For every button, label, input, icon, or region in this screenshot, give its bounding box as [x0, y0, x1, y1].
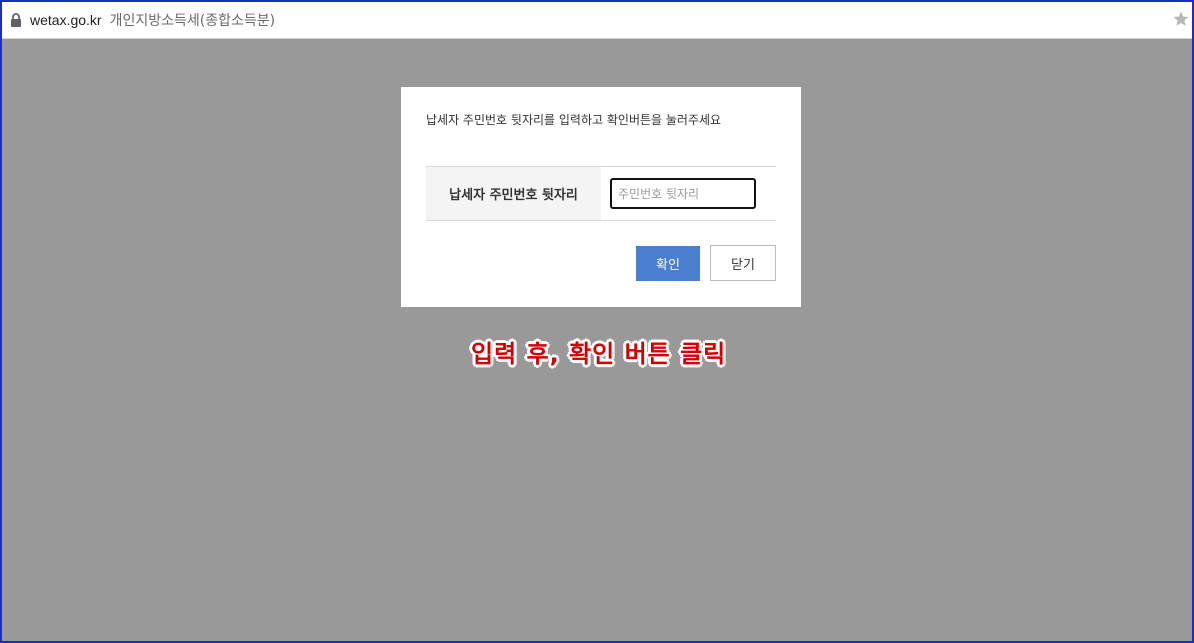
address-bar[interactable]: wetax.go.kr 개인지방소득세(종합소득분) — [2, 2, 1192, 39]
bookmark-star-icon[interactable] — [1172, 10, 1190, 28]
confirm-button[interactable]: 확인 — [636, 246, 700, 281]
close-button[interactable]: 닫기 — [710, 245, 776, 281]
field-cell — [601, 167, 776, 220]
field-label: 납세자 주민번호 뒷자리 — [426, 167, 601, 220]
url-domain[interactable]: wetax.go.kr — [30, 12, 102, 28]
verification-modal: 납세자 주민번호 뒷자리를 입력하고 확인버튼을 눌러주세요 납세자 주민번호 … — [401, 87, 801, 307]
instruction-annotation: 입력 후, 확인 버튼 클릭 — [471, 340, 727, 368]
resident-number-input[interactable] — [610, 178, 756, 209]
modal-message: 납세자 주민번호 뒷자리를 입력하고 확인버튼을 눌러주세요 — [426, 113, 722, 127]
page-title: 개인지방소득세(종합소득분) — [109, 13, 276, 29]
lock-icon — [11, 13, 21, 27]
form-table: 납세자 주민번호 뒷자리 — [426, 166, 776, 221]
